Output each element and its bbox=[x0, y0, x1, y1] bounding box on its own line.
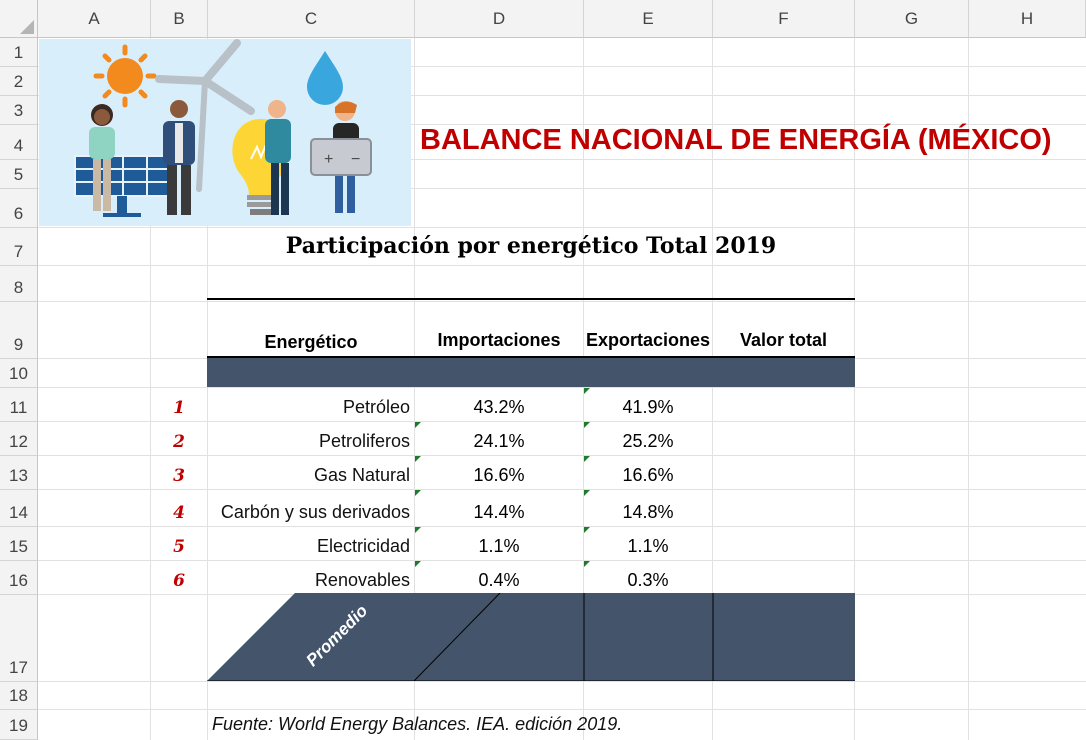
row-index: 5 bbox=[173, 537, 185, 557]
error-indicator-icon[interactable] bbox=[415, 422, 421, 428]
error-indicator-icon[interactable] bbox=[584, 561, 590, 567]
row-header-2[interactable]: 2 bbox=[0, 67, 38, 96]
error-indicator-icon[interactable] bbox=[415, 490, 421, 496]
column-title-importaciones: Importaciones bbox=[437, 330, 561, 350]
column-header-e[interactable]: E bbox=[584, 0, 713, 38]
exportaciones-cell[interactable]: 16.6% bbox=[584, 456, 712, 489]
row-index: 6 bbox=[173, 571, 185, 591]
column-header-c[interactable]: C bbox=[208, 0, 415, 38]
column-header-f[interactable]: F bbox=[713, 0, 855, 38]
energetico-cell[interactable]: Renovables bbox=[208, 561, 414, 594]
spreadsheet: A B C D E F G H 1 2 3 4 5 6 7 8 9 10 11 … bbox=[0, 0, 1086, 740]
importaciones-cell[interactable]: 43.2% bbox=[415, 388, 583, 421]
importaciones-cell[interactable]: 14.4% bbox=[415, 490, 583, 526]
column-title-valor-total: Valor total bbox=[739, 330, 828, 350]
row-header-4[interactable]: 4 bbox=[0, 125, 38, 160]
row-header-17[interactable]: 17 bbox=[0, 595, 38, 682]
column-header-d[interactable]: D bbox=[415, 0, 584, 38]
error-indicator-icon[interactable] bbox=[584, 490, 590, 496]
row-header-16[interactable]: 16 bbox=[0, 561, 38, 595]
error-indicator-icon[interactable] bbox=[415, 527, 421, 533]
column-header-a[interactable]: A bbox=[38, 0, 151, 38]
select-all-corner[interactable] bbox=[0, 0, 38, 38]
row-header-10[interactable]: 10 bbox=[0, 359, 38, 388]
row-header-3[interactable]: 3 bbox=[0, 96, 38, 125]
sun-icon bbox=[93, 44, 157, 108]
promedio-band bbox=[207, 593, 855, 681]
importaciones-cell[interactable]: 0.4% bbox=[415, 561, 583, 594]
energy-illustration: + − bbox=[39, 39, 411, 226]
error-indicator-icon[interactable] bbox=[415, 456, 421, 462]
row-header-1[interactable]: 1 bbox=[0, 38, 38, 67]
error-indicator-icon[interactable] bbox=[584, 422, 590, 428]
column-header-b[interactable]: B bbox=[151, 0, 208, 38]
gridline bbox=[38, 227, 1086, 228]
row-index: 2 bbox=[173, 432, 185, 452]
row-header-7[interactable]: 7 bbox=[0, 228, 38, 266]
page-title: BALANCE NACIONAL DE ENERGÍA (MÉXICO) bbox=[420, 124, 1052, 156]
energetico-cell[interactable]: Electricidad bbox=[208, 527, 414, 560]
row-header-9[interactable]: 9 bbox=[0, 302, 38, 359]
column-title-energetico: Energético bbox=[264, 332, 358, 352]
row-header-13[interactable]: 13 bbox=[0, 456, 38, 490]
error-indicator-icon[interactable] bbox=[415, 561, 421, 567]
column-title-exportaciones: Exportaciones bbox=[585, 330, 711, 350]
error-indicator-icon[interactable] bbox=[584, 388, 590, 394]
row-index: 4 bbox=[173, 503, 185, 523]
row-header-12[interactable]: 12 bbox=[0, 422, 38, 456]
gridline bbox=[38, 265, 1086, 266]
column-header-h[interactable]: H bbox=[969, 0, 1086, 38]
gridline bbox=[38, 681, 1086, 682]
row-index: 1 bbox=[173, 398, 185, 418]
error-indicator-icon[interactable] bbox=[584, 527, 590, 533]
importaciones-cell[interactable]: 16.6% bbox=[415, 456, 583, 489]
row-header-6[interactable]: 6 bbox=[0, 189, 38, 228]
importaciones-cell[interactable]: 1.1% bbox=[415, 527, 583, 560]
importaciones-cell[interactable]: 24.1% bbox=[415, 422, 583, 455]
error-indicator-icon[interactable] bbox=[584, 456, 590, 462]
water-drop-icon bbox=[307, 51, 343, 105]
row-index: 3 bbox=[173, 466, 185, 486]
row-header-8[interactable]: 8 bbox=[0, 266, 38, 302]
row-header-5[interactable]: 5 bbox=[0, 160, 38, 189]
header-band bbox=[207, 358, 855, 387]
select-all-icon bbox=[20, 20, 34, 34]
column-header-g[interactable]: G bbox=[855, 0, 969, 38]
exportaciones-cell[interactable]: 1.1% bbox=[584, 527, 712, 560]
exportaciones-cell[interactable]: 25.2% bbox=[584, 422, 712, 455]
svg-text:−: − bbox=[351, 151, 360, 168]
svg-text:+: + bbox=[324, 151, 333, 168]
table-top-border bbox=[207, 298, 855, 300]
exportaciones-cell[interactable]: 14.8% bbox=[584, 490, 712, 526]
row-header-15[interactable]: 15 bbox=[0, 527, 38, 561]
row-header-14[interactable]: 14 bbox=[0, 490, 38, 527]
row-header-19[interactable]: 19 bbox=[0, 710, 38, 740]
battery-icon: + − bbox=[310, 138, 372, 176]
row-header-18[interactable]: 18 bbox=[0, 682, 38, 710]
exportaciones-cell[interactable]: 41.9% bbox=[584, 388, 712, 421]
energetico-cell[interactable]: Carbón y sus derivados bbox=[208, 490, 414, 526]
person-icon bbox=[163, 100, 195, 215]
source-note: Fuente: World Energy Balances. IEA. edic… bbox=[212, 714, 623, 734]
energy-people-image: + − bbox=[74, 39, 372, 217]
exportaciones-cell[interactable]: 0.3% bbox=[584, 561, 712, 594]
energetico-cell[interactable]: Gas Natural bbox=[208, 456, 414, 489]
table-subtitle: Participación por energético Total 2019 bbox=[285, 233, 777, 259]
energetico-cell[interactable]: Petroliferos bbox=[208, 422, 414, 455]
row-header-11[interactable]: 11 bbox=[0, 388, 38, 422]
energetico-cell[interactable]: Petróleo bbox=[208, 388, 414, 421]
solar-panel-icon bbox=[74, 155, 172, 217]
